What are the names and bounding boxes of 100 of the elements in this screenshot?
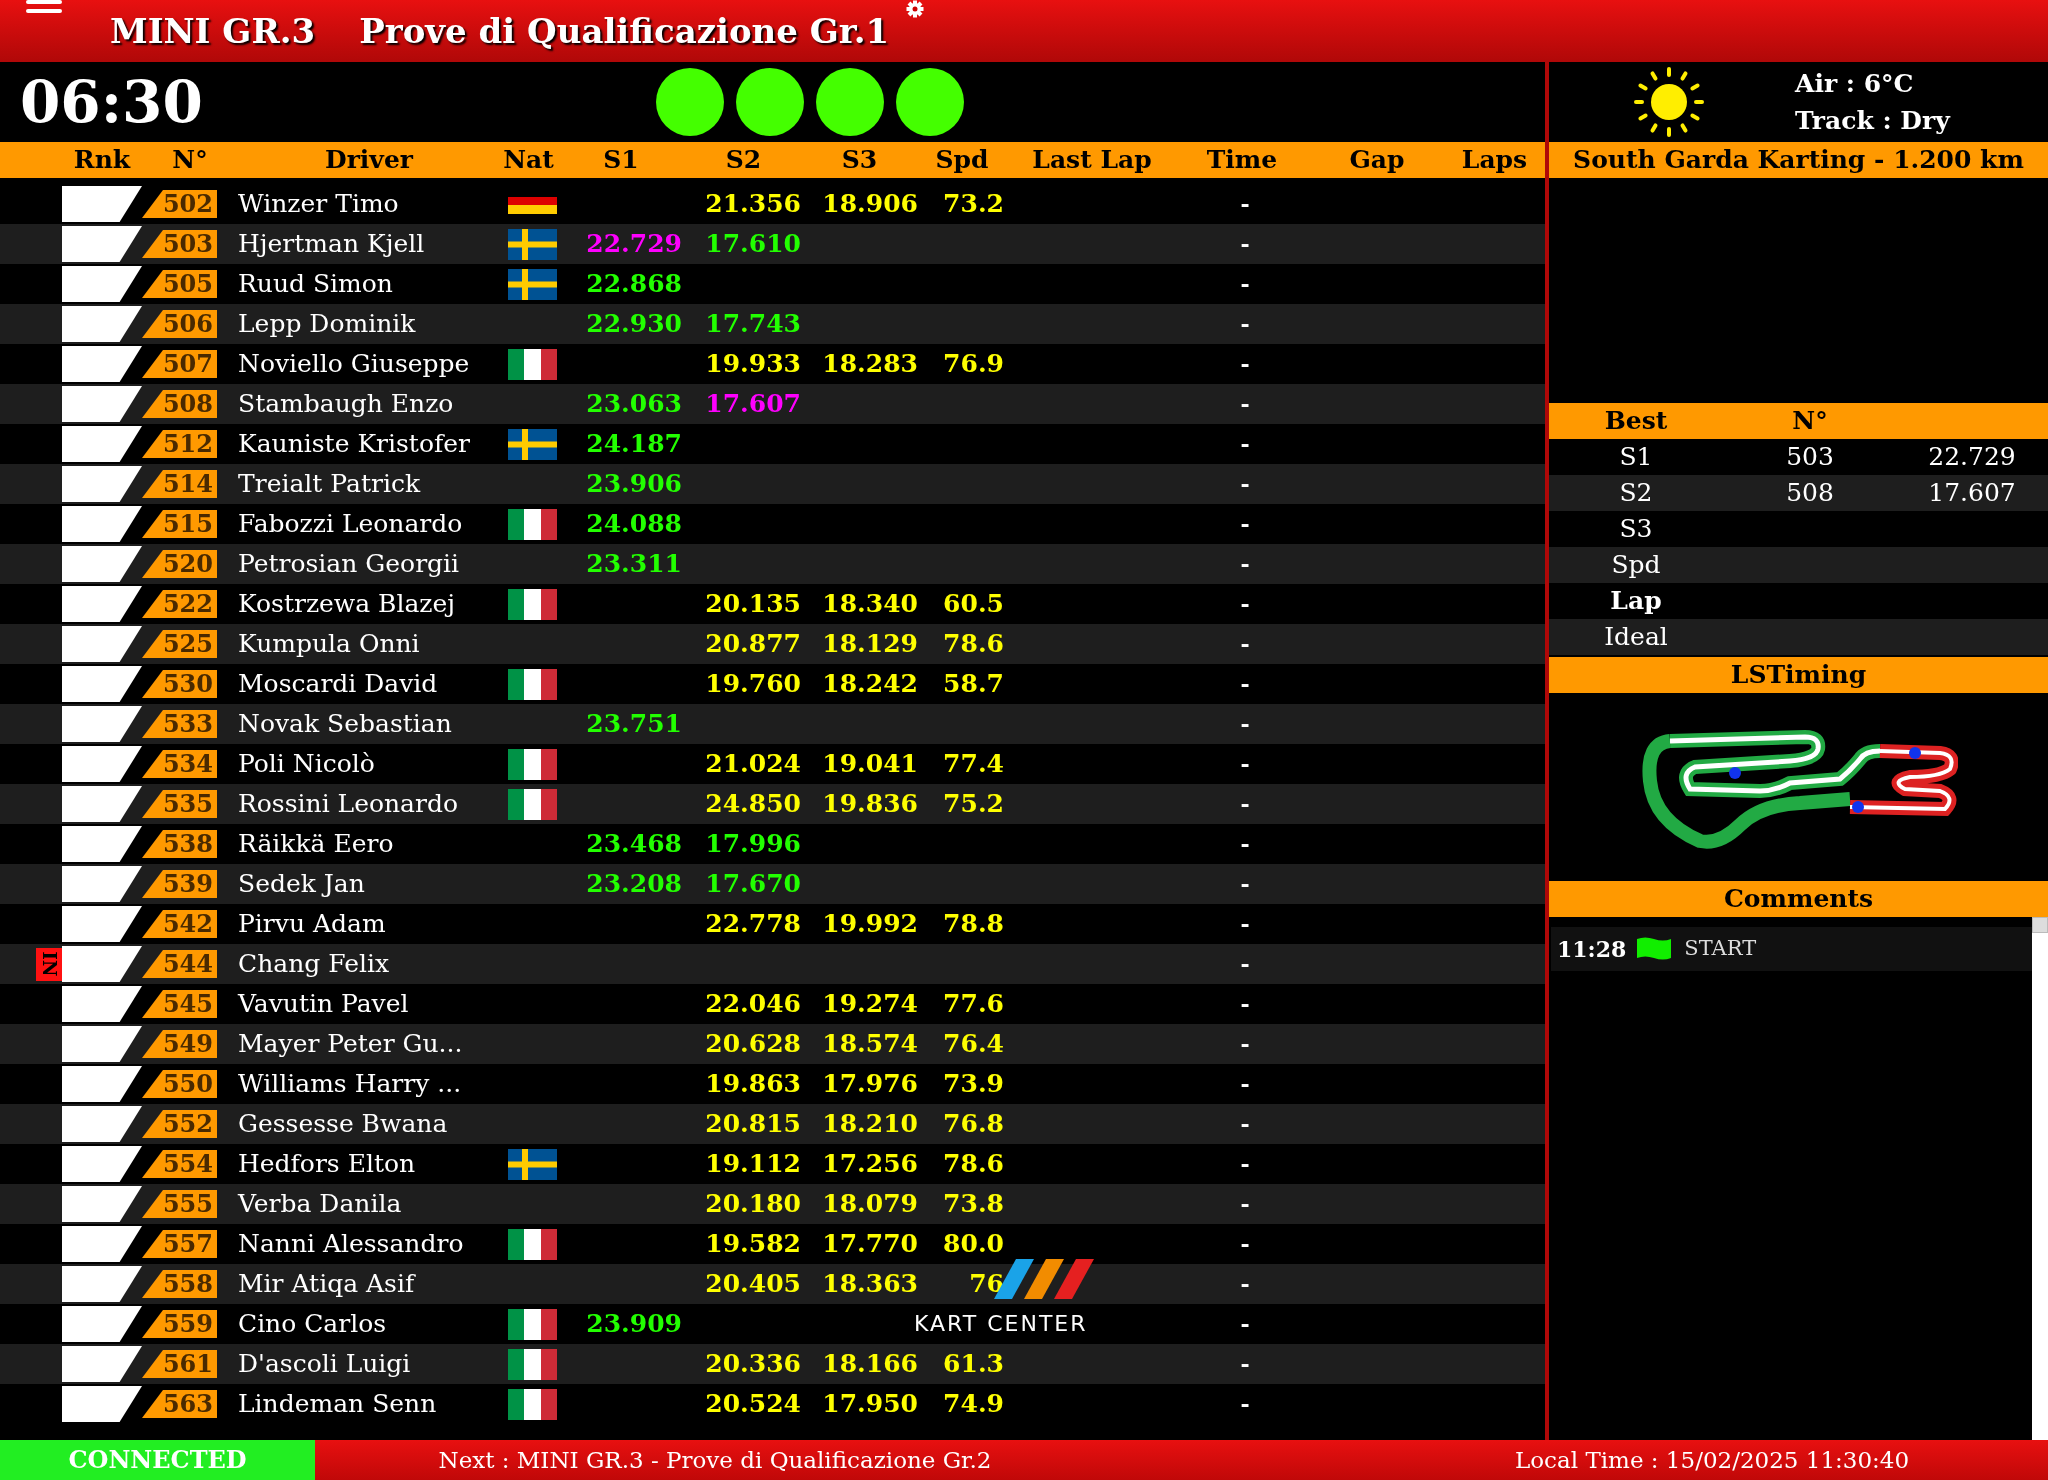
best-column-header: Best: [1603, 405, 1669, 438]
sector-time: 18.574: [822, 1028, 918, 1061]
driver-name: Petrosian Georgii: [238, 548, 461, 581]
sector-time: 17.770: [822, 1228, 918, 1261]
time-value: -: [1240, 589, 1250, 619]
menu-icon[interactable]: [26, 0, 62, 14]
sector-time: 18.906: [822, 188, 918, 221]
driver-name: Hjertman Kjell: [238, 228, 426, 261]
kart-number-badge: 563: [142, 1390, 217, 1418]
driver-name: Winzer Timo: [238, 188, 400, 221]
flag-icon: [1636, 936, 1673, 962]
sector-time: 18.129: [822, 628, 918, 661]
column-header: S1: [602, 144, 640, 177]
map-title-bar: LSTiming: [1549, 657, 2048, 693]
sector-time: 20.336: [705, 1348, 801, 1381]
time-value: -: [1240, 549, 1250, 579]
speed-value: 76: [969, 1268, 1004, 1301]
column-header: Time: [1205, 144, 1279, 177]
kart-number-badge: 520: [142, 550, 217, 578]
driver-name: Pirvu Adam: [238, 908, 387, 941]
time-value: -: [1240, 1149, 1250, 1179]
speed-value: 78.8: [943, 908, 1004, 941]
sector-time: 18.283: [822, 348, 918, 381]
best-number: 508: [1786, 478, 1834, 508]
time-value: -: [1240, 989, 1250, 1019]
italy-flag-icon: [508, 588, 557, 620]
logo-text: KART CENTER: [914, 1310, 1088, 1338]
sector-time: 18.210: [822, 1108, 918, 1141]
kart-number-badge: 508: [142, 390, 217, 418]
time-value: -: [1240, 389, 1250, 419]
kart-number-badge: 539: [142, 870, 217, 898]
driver-name: Fabozzi Leonardo: [238, 508, 464, 541]
sector-time: 17.996: [705, 828, 801, 861]
kart-number-badge: 505: [142, 270, 217, 298]
column-header: Spd: [934, 144, 990, 177]
sector-time: 20.877: [705, 628, 801, 661]
time-value: -: [1240, 509, 1250, 539]
driver-name: Lepp Dominik: [238, 308, 417, 341]
speed-value: 73.9: [943, 1068, 1004, 1101]
comments-title-bar: Comments: [1549, 881, 2048, 917]
comment-time: 11:28: [1557, 934, 1627, 964]
sector-time: 22.778: [705, 908, 801, 941]
session-title: Prove di Qualificazione Gr.1: [359, 9, 890, 53]
time-value: -: [1240, 1109, 1250, 1139]
sector-time: 17.607: [705, 388, 801, 421]
time-value: -: [1240, 629, 1250, 659]
kart-number-badge: 549: [142, 1030, 217, 1058]
connection-status: CONNECTED: [0, 1440, 315, 1480]
kart-number-badge: 535: [142, 790, 217, 818]
germany-flag-icon: [508, 196, 557, 214]
time-value: -: [1240, 909, 1250, 939]
driver-name: Novak Sebastian: [238, 708, 453, 741]
kart-number-badge: 507: [142, 350, 217, 378]
comment-text: START: [1684, 935, 1757, 963]
kart-number-badge: 514: [142, 470, 217, 498]
track-condition: Track : Dry: [1795, 105, 1950, 137]
sector-time: 17.610: [705, 228, 801, 261]
driver-name: Williams Harry ...: [238, 1068, 463, 1101]
italy-flag-icon: [508, 1388, 557, 1420]
driver-name: Ruud Simon: [238, 268, 394, 301]
italy-flag-icon: [508, 508, 557, 540]
sector-time: 23.909: [586, 1308, 682, 1341]
italy-flag-icon: [508, 1348, 557, 1380]
driver-name: Moscardi David: [238, 668, 439, 701]
scrollbar[interactable]: [2032, 917, 2048, 1440]
speed-value: 73.2: [943, 188, 1004, 221]
sector-time: 18.166: [822, 1348, 918, 1381]
sector-time: 23.468: [586, 828, 682, 861]
driver-name: Räikkä Eero: [238, 828, 395, 861]
time-value: -: [1240, 229, 1250, 259]
kart-number-badge: 561: [142, 1350, 217, 1378]
driver-name: Stambaugh Enzo: [238, 388, 455, 421]
driver-name: Chang Felix: [238, 948, 391, 981]
driver-name: Kauniste Kristofer: [238, 428, 471, 461]
kart-number-badge: 503: [142, 230, 217, 258]
kart-number-badge: 515: [142, 510, 217, 538]
sector-time: 20.405: [705, 1268, 801, 1301]
kart-number-badge: 552: [142, 1110, 217, 1138]
best-label: S3: [1618, 513, 1654, 546]
driver-name: Kostrzewa Blazej: [238, 588, 457, 621]
kart-number-badge: 533: [142, 710, 217, 738]
best-label: Lap: [1609, 585, 1663, 618]
sector-time: 23.906: [586, 468, 682, 501]
speed-value: 76.8: [943, 1108, 1004, 1141]
sector-time: 20.815: [705, 1108, 801, 1141]
sun-icon: [1633, 66, 1705, 138]
sector-time: 17.256: [822, 1148, 918, 1181]
column-header: Driver: [324, 144, 415, 177]
sector-time: 24.850: [705, 788, 801, 821]
sweden-flag-icon: [508, 428, 557, 460]
best-label: Ideal: [1603, 621, 1669, 654]
driver-name: Vavutin Pavel: [238, 988, 410, 1021]
sector-time: 17.950: [822, 1388, 918, 1421]
sector-time: 23.063: [586, 388, 682, 421]
sweden-flag-icon: [508, 268, 557, 300]
column-header: Laps: [1460, 144, 1529, 177]
best-time: 17.607: [1928, 478, 2016, 508]
track-name-bar: South Garda Karting - 1.200 km: [1549, 142, 2048, 178]
time-value: -: [1240, 1029, 1250, 1059]
time-value: -: [1240, 949, 1250, 979]
